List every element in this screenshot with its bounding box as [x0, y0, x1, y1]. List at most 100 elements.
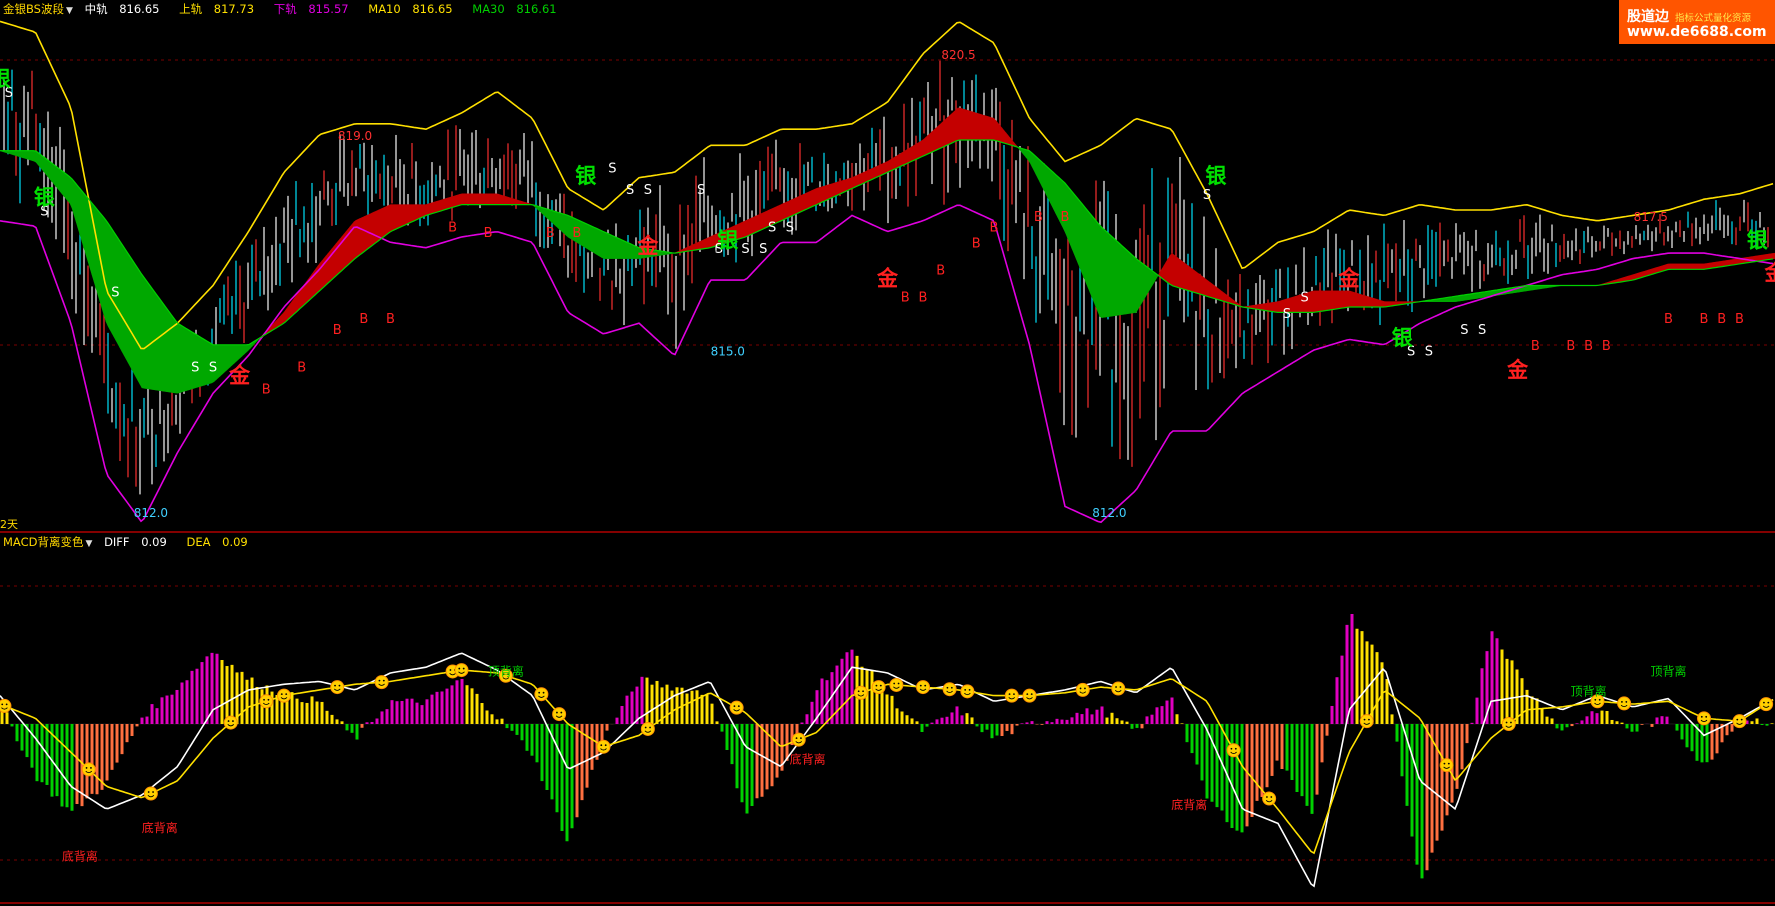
smiley-icon — [277, 688, 291, 703]
smiley-icon — [596, 739, 611, 754]
stock-chart: SSSS SBBBB BB B B BSS S SS S SS SB BBBBB BSSSS SS SB B B… — [0, 20, 1775, 904]
smiley-icon — [374, 675, 389, 690]
mid-band-readout: 中轨 816.65 — [84, 2, 160, 16]
smiley-icon — [791, 732, 806, 747]
main-price-panel: SSSS SBBBB BB B B BSS S SS S SS SB BBBBB BSSSS SS SB B B… — [0, 20, 1775, 533]
divergence-label: 底背离 — [790, 752, 826, 767]
upper-band-readout: 上轨 817.73 — [179, 2, 255, 16]
smiley-icon — [552, 707, 567, 722]
macd-indicator-header: MACD背离变色 ▼ DIFF 0.09 DEA 0.09 — [3, 534, 264, 550]
buy-signal: B — [333, 323, 342, 338]
gold-silver-marker: 银 — [575, 164, 597, 188]
sell-signal: S — [1460, 323, 1468, 338]
price-extreme-label: 812.0 — [134, 506, 168, 520]
smiley-icon — [640, 721, 655, 736]
sell-signal: S — [741, 242, 749, 257]
buy-signal: B — [972, 237, 981, 252]
buy-signal: B — [1566, 339, 1575, 354]
dea-readout: DEA 0.09 — [186, 535, 248, 549]
sell-signal: S — [111, 285, 119, 300]
sell-signal: S — [1203, 188, 1211, 203]
main-indicator-header: 金银BS波段 ▼ 中轨 816.65 上轨 817.73 下轨 815.57 MA… — [3, 1, 573, 17]
buy-signal: B — [1061, 210, 1070, 225]
buy-signal: B — [546, 226, 555, 241]
smiley-icon — [1075, 682, 1090, 697]
gold-silver-marker: 银 — [1747, 229, 1769, 253]
smiley-icon — [942, 682, 957, 697]
gold-silver-marker: 银 — [34, 186, 56, 210]
smiley-icon — [1759, 697, 1774, 712]
buy-signal: B — [262, 382, 271, 397]
upper-band-line — [0, 20, 1774, 350]
buy-signal: B — [1602, 339, 1611, 354]
sell-signal: S — [608, 161, 616, 176]
divergence-label: 顶背离 — [488, 664, 524, 679]
smiley-icon — [871, 680, 886, 695]
ma10-readout: MA10 816.65 — [368, 2, 453, 16]
gold-silver-marker: 银 — [0, 67, 12, 91]
gold-silver-marker: 金 — [1506, 358, 1529, 382]
smiley-icon — [889, 677, 904, 692]
sell-signal: S — [786, 221, 794, 236]
smiley-icon — [1262, 791, 1277, 806]
divergence-label: 底背离 — [62, 848, 98, 863]
smiley-icon — [1004, 688, 1019, 703]
diff-readout: DIFF 0.09 — [104, 535, 167, 549]
macd-panel: 底背离底背离顶背离底背离底背离顶背离顶背离 — [0, 585, 1775, 904]
buy-signal: B — [1735, 312, 1744, 327]
chevron-down-icon[interactable]: ▼ — [66, 6, 73, 16]
sell-signal: S — [191, 361, 199, 376]
gold-silver-marker: 银 — [717, 229, 739, 253]
smiley-icon — [729, 700, 744, 715]
smiley-icon — [1226, 743, 1241, 758]
buy-signal: B — [919, 291, 928, 306]
watermark-url: www.de6688.com — [1627, 24, 1767, 40]
smiley-icon — [1111, 681, 1126, 696]
smiley-icon — [916, 680, 930, 695]
gold-silver-marker: 金 — [1764, 261, 1775, 285]
buy-signal: B — [990, 221, 999, 236]
divergence-label: 底背离 — [142, 820, 178, 835]
buy-signal: B — [484, 226, 493, 241]
buy-signal: B — [1584, 339, 1593, 354]
divergence-label: 顶背离 — [1650, 664, 1686, 679]
sell-signal: S — [1425, 345, 1433, 360]
sell-signal: S — [697, 183, 705, 198]
sell-signal: S — [644, 183, 652, 198]
lower-band-readout: 下轨 815.57 — [273, 2, 349, 16]
indicator-name[interactable]: MACD背离变色 — [3, 535, 83, 549]
smiley-icon — [0, 698, 12, 713]
price-extreme-label: 815.0 — [711, 345, 745, 359]
buy-signal: B — [297, 361, 306, 376]
gold-silver-marker: 银 — [1205, 164, 1227, 188]
smiley-icon — [1439, 758, 1454, 773]
price-extreme-label: 817.5 — [1634, 210, 1668, 224]
price-extreme-label: 820.5 — [941, 48, 975, 62]
gold-silver-marker: 金 — [228, 363, 251, 387]
indicator-name[interactable]: 金银BS波段 — [3, 2, 64, 16]
smiley-icon — [1501, 717, 1516, 731]
smiley-icon — [259, 694, 274, 709]
smiley-icon — [223, 715, 238, 730]
divergence-label: 底背离 — [1171, 797, 1207, 812]
smiley-icon — [143, 786, 158, 801]
smiley-icon — [853, 685, 868, 700]
gold-silver-marker: 银 — [1392, 326, 1414, 350]
gold-silver-marker: 金 — [1338, 266, 1361, 290]
smiley-icon — [1732, 714, 1747, 729]
buy-signal: B — [1700, 312, 1709, 327]
smiley-icon — [81, 762, 96, 777]
sell-signal: S — [1478, 323, 1486, 338]
smiley-icon — [454, 663, 469, 678]
buy-signal: B — [1717, 312, 1726, 327]
buy-signal: B — [936, 264, 945, 279]
chevron-down-icon[interactable]: ▼ — [85, 539, 92, 549]
buy-signal: B — [1531, 339, 1540, 354]
smiley-icon — [960, 684, 975, 699]
ma-band — [0, 107, 1775, 394]
price-extreme-label: 819.0 — [338, 129, 372, 143]
smiley-icon — [1022, 688, 1037, 703]
price-extreme-label: 812.0 — [1092, 506, 1126, 520]
sell-signal: S — [209, 361, 217, 376]
period-label: 2天 — [0, 518, 18, 531]
